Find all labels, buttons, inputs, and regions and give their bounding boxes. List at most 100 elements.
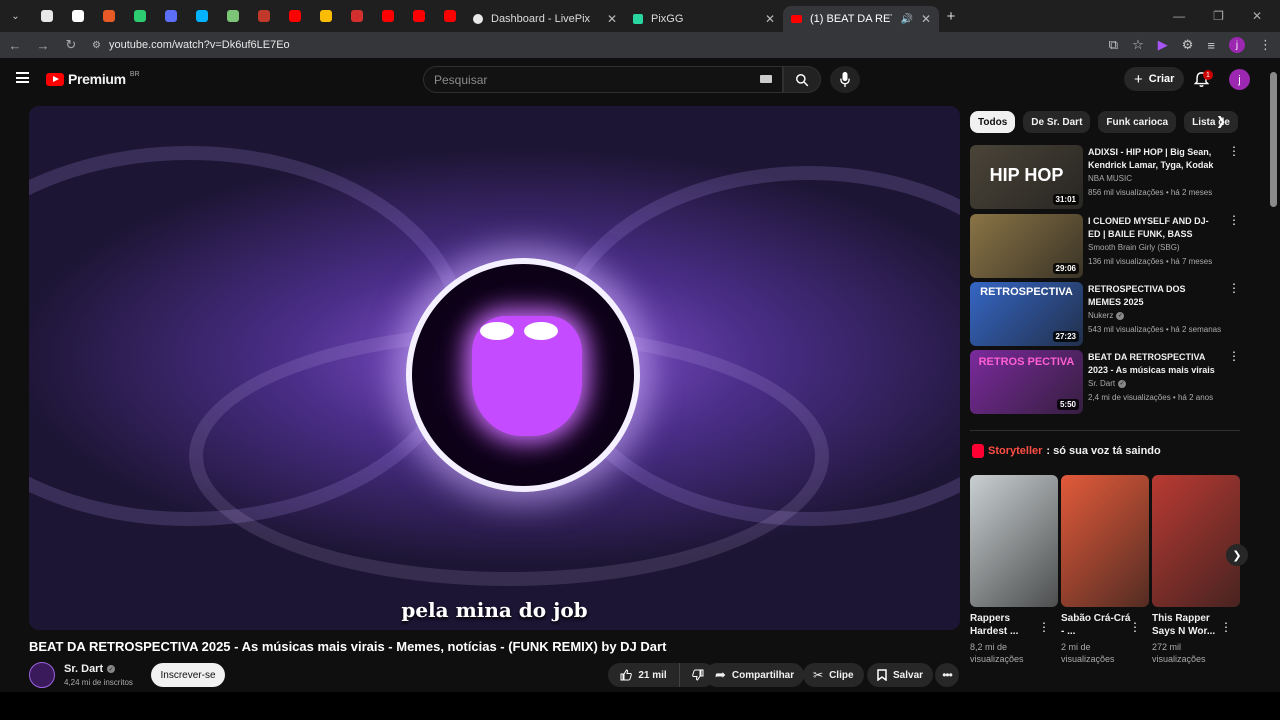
- recommendation-thumbnail[interactable]: HIP HOP 31:01: [970, 145, 1083, 209]
- close-tab-icon[interactable]: ✕: [921, 12, 931, 26]
- recommendation-item[interactable]: RETROS PECTIVA 5:50 BEAT DA RETROSPECTIV…: [970, 350, 1240, 414]
- recommendation-title[interactable]: ADIXSI - HIP HOP | Big Sean, Kendrick La…: [1088, 146, 1220, 172]
- pinned-tab[interactable]: [217, 0, 248, 32]
- recommendation-item[interactable]: RETROSPECTIVA 27:23 RETROSPECTIVA DOS ME…: [970, 282, 1240, 346]
- channel-name-row[interactable]: Sr. Dart ✓: [64, 663, 116, 675]
- like-button[interactable]: 21 mil: [608, 663, 680, 687]
- voice-search-button[interactable]: [830, 66, 860, 93]
- character-eye: [524, 322, 558, 340]
- install-app-icon[interactable]: ⧉: [1109, 37, 1118, 53]
- reload-icon[interactable]: ↻: [64, 37, 78, 53]
- recommendation-title[interactable]: BEAT DA RETROSPECTIVA 2023 - As músicas …: [1088, 351, 1220, 377]
- more-options-icon[interactable]: ⋮: [1228, 282, 1240, 294]
- bookmark-star-icon[interactable]: ☆: [1132, 37, 1144, 53]
- keyboard-icon[interactable]: [760, 75, 772, 83]
- short-title[interactable]: This Rapper Says N Wor...: [1152, 612, 1224, 638]
- tab-dashboard-livepix[interactable]: Dashboard - LivePix ✕: [465, 6, 625, 32]
- subscriber-count: 4,24 mi de inscritos: [64, 678, 133, 687]
- extension-icon[interactable]: ▶: [1158, 37, 1168, 53]
- chevron-right-icon[interactable]: ❯: [1216, 114, 1226, 128]
- chip-todos[interactable]: Todos: [970, 111, 1016, 133]
- shorts-heading-overlay: Storyteller: [988, 445, 1043, 457]
- pinned-tab[interactable]: [372, 0, 403, 32]
- tab-search-dropdown-icon[interactable]: ⌄: [0, 0, 31, 32]
- pinned-tab[interactable]: [341, 0, 372, 32]
- pinned-tab[interactable]: [248, 0, 279, 32]
- media-control-icon[interactable]: ≡: [1207, 38, 1215, 53]
- recommendation-thumbnail[interactable]: RETROSPECTIVA 27:23: [970, 282, 1083, 346]
- duration-badge: 31:01: [1052, 194, 1079, 205]
- channel-name[interactable]: Sr. Dart: [64, 663, 103, 675]
- chip-funk-carioca[interactable]: Funk carioca: [1098, 111, 1177, 133]
- short-item[interactable]: Sabão Crá-Crá - ... 2 mi de visualizaçõe…: [1061, 475, 1149, 665]
- more-options-icon[interactable]: ⋮: [1228, 350, 1240, 362]
- channel-avatar[interactable]: [29, 662, 55, 688]
- pinned-tab[interactable]: [434, 0, 465, 32]
- tab-favicon-3-icon: [102, 10, 115, 22]
- short-title[interactable]: Rappers Hardest ...: [970, 612, 1042, 638]
- pinned-tab[interactable]: [93, 0, 124, 32]
- scrollbar-thumb[interactable]: [1270, 72, 1277, 207]
- browser-profile-avatar[interactable]: j: [1229, 37, 1245, 53]
- account-avatar[interactable]: j: [1229, 69, 1250, 90]
- more-options-icon[interactable]: ⋮: [1228, 145, 1240, 157]
- more-options-icon[interactable]: ⋮: [1129, 620, 1141, 634]
- tab-youtube-active[interactable]: (1) BEAT DA RETROSPECTIVA 🔊 ✕: [783, 6, 939, 32]
- search-input[interactable]: Pesquisar: [423, 66, 783, 93]
- pinned-tab[interactable]: [186, 0, 217, 32]
- browser-menu-icon[interactable]: ⋮: [1259, 37, 1272, 53]
- url-field[interactable]: ⚙ youtube.com/watch?v=Dk6uf6LE7Eo: [92, 34, 1095, 56]
- audio-playing-icon[interactable]: 🔊: [900, 14, 912, 25]
- pinned-tab[interactable]: [403, 0, 434, 32]
- short-views: 272 mil visualizações: [1152, 642, 1206, 664]
- recommendation-item[interactable]: 29:06 I CLONED MYSELF AND DJ-ED | BAILE …: [970, 214, 1240, 278]
- minimize-icon[interactable]: —: [1173, 9, 1185, 23]
- chip-de-sr-dart[interactable]: De Sr. Dart: [1023, 111, 1091, 133]
- tab-label: Dashboard - LivePix: [491, 13, 591, 25]
- channel-name: Smooth Brain Girly (SBG): [1088, 243, 1180, 252]
- recommendation-thumbnail[interactable]: RETROS PECTIVA 5:50: [970, 350, 1083, 414]
- short-thumbnail[interactable]: [970, 475, 1058, 607]
- more-options-icon[interactable]: ⋮: [1228, 214, 1240, 226]
- extensions-puzzle-icon[interactable]: ⚙: [1182, 37, 1194, 53]
- video-player[interactable]: pela mina do job: [29, 106, 960, 630]
- new-tab-icon[interactable]: +: [939, 8, 963, 25]
- short-thumbnail[interactable]: [1061, 475, 1149, 607]
- search-button[interactable]: [783, 66, 821, 93]
- more-options-icon[interactable]: ⋮: [1220, 620, 1232, 634]
- youtube-premium-logo[interactable]: Premium BR: [46, 71, 140, 87]
- site-info-icon[interactable]: ⚙: [92, 40, 101, 51]
- pinned-tab[interactable]: [155, 0, 186, 32]
- pinned-tab[interactable]: [310, 0, 341, 32]
- clip-button[interactable]: ✂ Clipe: [803, 663, 864, 687]
- recommendation-thumbnail[interactable]: 29:06: [970, 214, 1083, 278]
- close-tab-icon[interactable]: ✕: [607, 12, 617, 26]
- share-button[interactable]: ➦ Compartilhar: [705, 663, 805, 687]
- restore-icon[interactable]: ❐: [1213, 9, 1224, 23]
- more-actions-icon[interactable]: •••: [935, 663, 959, 687]
- short-item[interactable]: This Rapper Says N Wor... 272 mil visual…: [1152, 475, 1240, 665]
- short-item[interactable]: Rappers Hardest ... 8,2 mi de visualizaç…: [970, 475, 1058, 665]
- subscribe-button[interactable]: Inscrever-se: [151, 663, 225, 687]
- shorts-next-button[interactable]: ❯: [1226, 544, 1248, 566]
- tab-pixgg[interactable]: PixGG ✕: [625, 6, 783, 32]
- recommendation-title[interactable]: RETROSPECTIVA DOS MEMES 2025: [1088, 283, 1220, 309]
- forward-icon[interactable]: →: [36, 38, 50, 53]
- save-button[interactable]: Salvar: [867, 663, 934, 687]
- recommendation-title[interactable]: I CLONED MYSELF AND DJ-ED | BAILE FUNK, …: [1088, 215, 1220, 241]
- short-thumbnail[interactable]: [1152, 475, 1240, 607]
- more-options-icon[interactable]: ⋮: [1038, 620, 1050, 634]
- pinned-tab[interactable]: [279, 0, 310, 32]
- shorts-heading: Storyteller : só sua voz tá saindo: [972, 444, 1161, 458]
- chip-lista-de[interactable]: Lista de: [1184, 111, 1238, 133]
- menu-hamburger-icon[interactable]: [16, 72, 29, 83]
- create-button[interactable]: + Criar: [1124, 67, 1185, 91]
- pinned-tab[interactable]: [31, 0, 62, 32]
- back-icon[interactable]: ←: [8, 38, 22, 53]
- recommendation-item[interactable]: HIP HOP 31:01 ADIXSI - HIP HOP | Big Sea…: [970, 145, 1240, 209]
- pinned-tab[interactable]: [124, 0, 155, 32]
- short-title[interactable]: Sabão Crá-Crá - ...: [1061, 612, 1133, 638]
- pinned-tab[interactable]: [62, 0, 93, 32]
- close-tab-icon[interactable]: ✕: [765, 12, 775, 26]
- close-window-icon[interactable]: ✕: [1252, 9, 1262, 23]
